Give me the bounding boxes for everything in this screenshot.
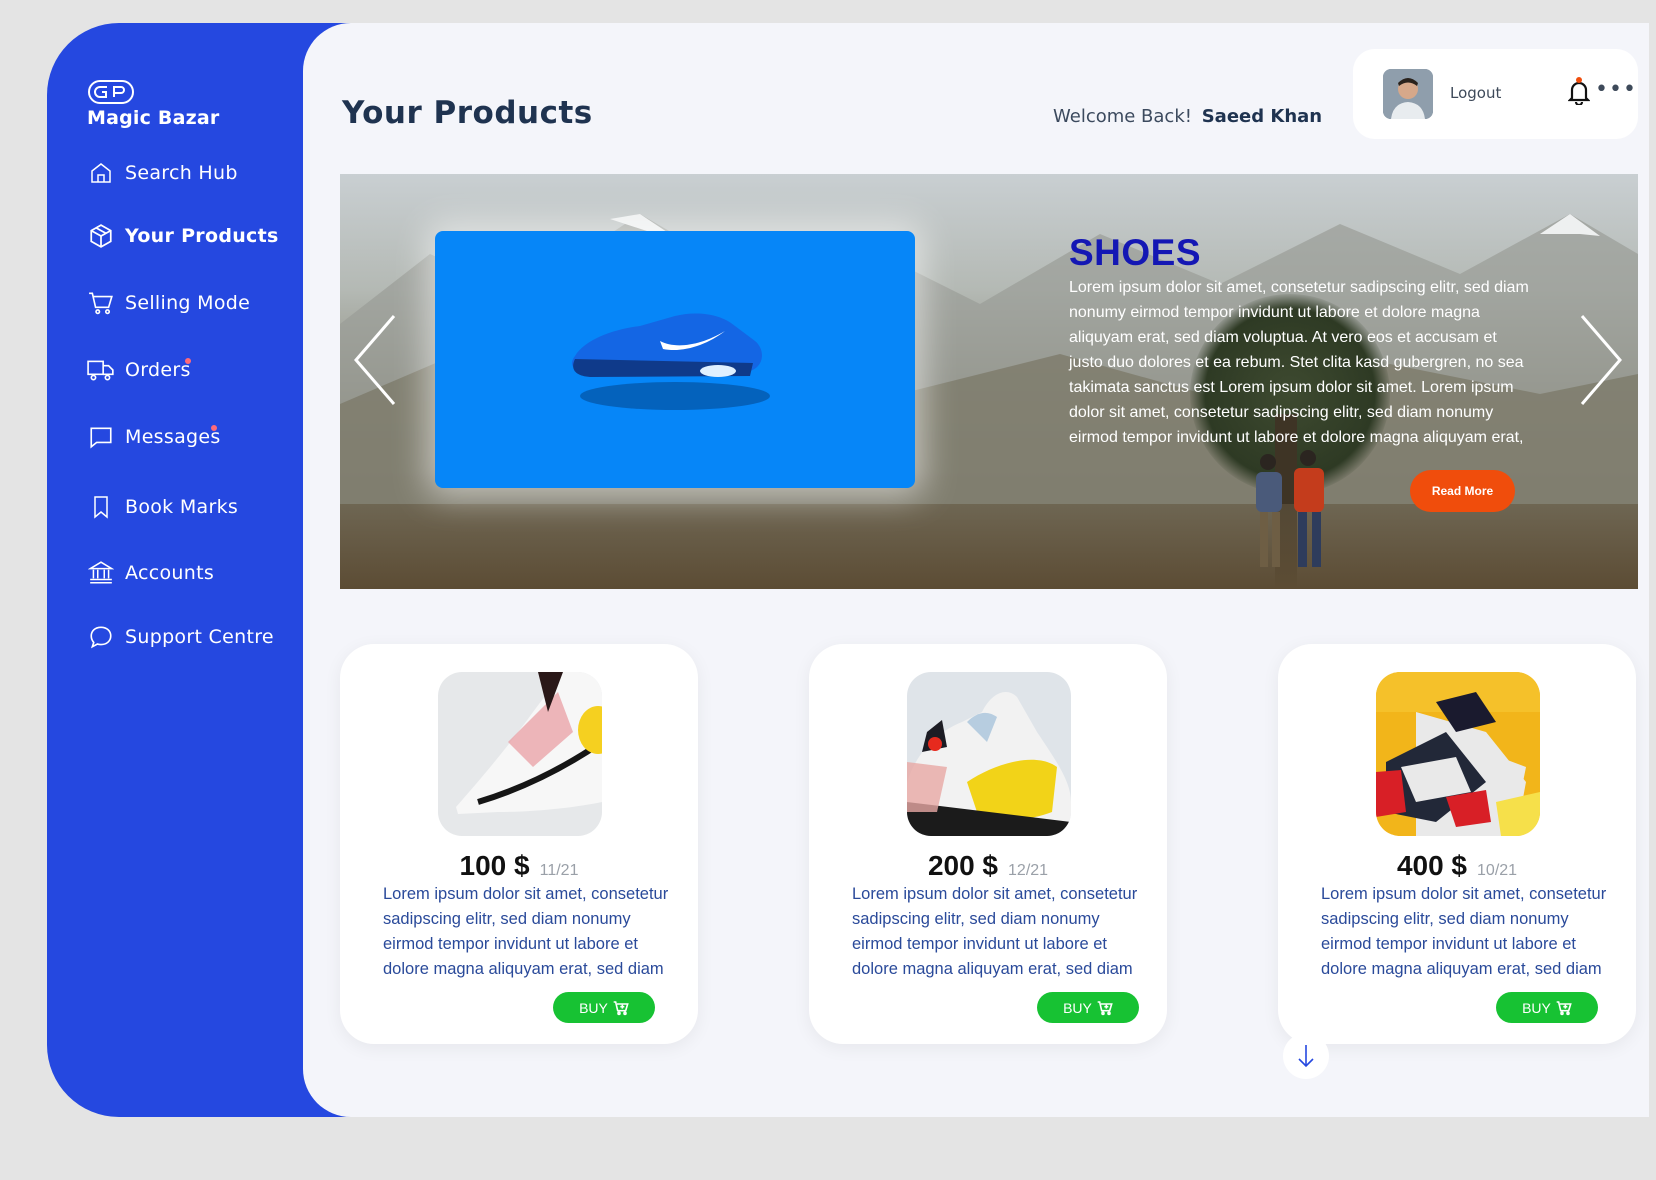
avatar[interactable] bbox=[1383, 69, 1433, 119]
sidebar-item-label: Search Hub bbox=[125, 162, 238, 184]
sidebar-item-label: Support Centre bbox=[125, 626, 274, 648]
sidebar-item-book-marks[interactable]: Book Marks bbox=[87, 493, 238, 521]
cart-add-icon bbox=[613, 1000, 629, 1015]
scroll-down-button[interactable] bbox=[1283, 1033, 1329, 1079]
sidebar-item-messages[interactable]: Messages bbox=[87, 423, 221, 451]
buy-button[interactable]: BUY bbox=[553, 992, 655, 1023]
logout-button[interactable]: Logout bbox=[1450, 84, 1501, 102]
product-description: Lorem ipsum dolor sit amet, consetetur s… bbox=[383, 885, 669, 978]
product-card[interactable]: 400 $ 10/21 Lorem ipsum dolor sit amet, c… bbox=[1278, 644, 1636, 1044]
sidebar: Magic Bazar Search Hub Your Products Sel… bbox=[47, 23, 303, 1117]
welcome-text: Welcome Back! bbox=[1053, 106, 1192, 127]
box-icon bbox=[87, 222, 115, 250]
product-description: Lorem ipsum dolor sit amet, consetetur s… bbox=[1321, 885, 1607, 978]
buy-label: BUY bbox=[1522, 999, 1551, 1016]
buy-button[interactable]: BUY bbox=[1496, 992, 1598, 1023]
logo-icon bbox=[88, 80, 134, 104]
product-image bbox=[1376, 672, 1540, 836]
chat-bubble-icon bbox=[87, 623, 115, 651]
featured-product-image bbox=[435, 231, 915, 488]
welcome-message: Welcome Back! Saeed Khan bbox=[1053, 106, 1322, 127]
cart-add-icon bbox=[1556, 1000, 1572, 1015]
sidebar-item-label: Accounts bbox=[125, 562, 215, 584]
product-image bbox=[907, 672, 1071, 836]
read-more-button[interactable]: Read More bbox=[1410, 470, 1515, 512]
buy-button[interactable]: BUY bbox=[1037, 992, 1139, 1023]
price-row: 200 $ 12/21 bbox=[809, 850, 1167, 882]
ground bbox=[340, 504, 1638, 589]
banner-description: Lorem ipsum dolor sit amet, consetetur s… bbox=[1069, 279, 1529, 446]
cart-icon bbox=[87, 289, 115, 317]
page-title: Your Products bbox=[342, 95, 593, 131]
next-arrow-icon[interactable] bbox=[1578, 314, 1624, 410]
price-row: 400 $ 10/21 bbox=[1278, 850, 1636, 882]
cart-add-icon bbox=[1097, 1000, 1113, 1015]
sidebar-item-label: Orders bbox=[125, 359, 191, 381]
buy-label: BUY bbox=[579, 999, 608, 1016]
sidebar-item-accounts[interactable]: Accounts bbox=[87, 559, 214, 587]
home-icon bbox=[87, 159, 115, 187]
product-card[interactable]: 100 $ 11/21 Lorem ipsum dolor sit amet, c… bbox=[340, 644, 698, 1044]
main-content: Your Products Welcome Back! Saeed Khan L… bbox=[303, 23, 1649, 1117]
truck-icon bbox=[87, 356, 115, 384]
product-date: 11/21 bbox=[539, 862, 579, 879]
user-card: Logout ••• bbox=[1353, 49, 1638, 139]
sidebar-item-your-products[interactable]: Your Products bbox=[87, 222, 279, 250]
sidebar-item-label: Selling Mode bbox=[125, 292, 251, 314]
product-description: Lorem ipsum dolor sit amet, consetetur s… bbox=[852, 885, 1138, 978]
message-icon bbox=[87, 423, 115, 451]
sidebar-item-search-hub[interactable]: Search Hub bbox=[87, 159, 238, 187]
product-price: 400 $ bbox=[1396, 850, 1468, 881]
sidebar-item-label: Messages bbox=[125, 426, 221, 448]
sidebar-item-label: Your Products bbox=[125, 225, 279, 247]
hikers-image bbox=[1256, 450, 1324, 567]
banner-title: SHOES bbox=[1069, 232, 1202, 273]
bookmark-icon bbox=[87, 493, 115, 521]
notification-dot bbox=[185, 358, 191, 364]
arrow-down-icon bbox=[1298, 1045, 1314, 1068]
notification-dot bbox=[211, 425, 217, 431]
product-image bbox=[438, 672, 602, 836]
sidebar-item-label: Book Marks bbox=[125, 496, 239, 518]
product-date: 10/21 bbox=[1477, 862, 1518, 879]
bell-icon[interactable] bbox=[1567, 77, 1591, 109]
app-name: Magic Bazar bbox=[87, 107, 220, 129]
hero-banner: SHOES Lorem ipsum dolor sit amet, conset… bbox=[340, 174, 1638, 589]
product-price: 200 $ bbox=[927, 850, 999, 881]
price-row: 100 $ 11/21 bbox=[340, 850, 698, 882]
sidebar-item-orders[interactable]: Orders bbox=[87, 356, 191, 384]
user-name: Saeed Khan bbox=[1201, 106, 1323, 127]
prev-arrow-icon[interactable] bbox=[352, 314, 398, 410]
logo[interactable]: Magic Bazar bbox=[87, 79, 219, 129]
product-date: 12/21 bbox=[1008, 862, 1049, 879]
more-icon[interactable]: ••• bbox=[1595, 77, 1637, 102]
product-price: 100 $ bbox=[459, 850, 530, 881]
bank-icon bbox=[87, 559, 115, 587]
product-card[interactable]: 200 $ 12/21 Lorem ipsum dolor sit amet, c… bbox=[809, 644, 1167, 1044]
notification-dot bbox=[1576, 77, 1582, 83]
sidebar-item-selling-mode[interactable]: Selling Mode bbox=[87, 289, 250, 317]
buy-label: BUY bbox=[1063, 999, 1092, 1016]
sidebar-item-support-centre[interactable]: Support Centre bbox=[87, 623, 274, 651]
